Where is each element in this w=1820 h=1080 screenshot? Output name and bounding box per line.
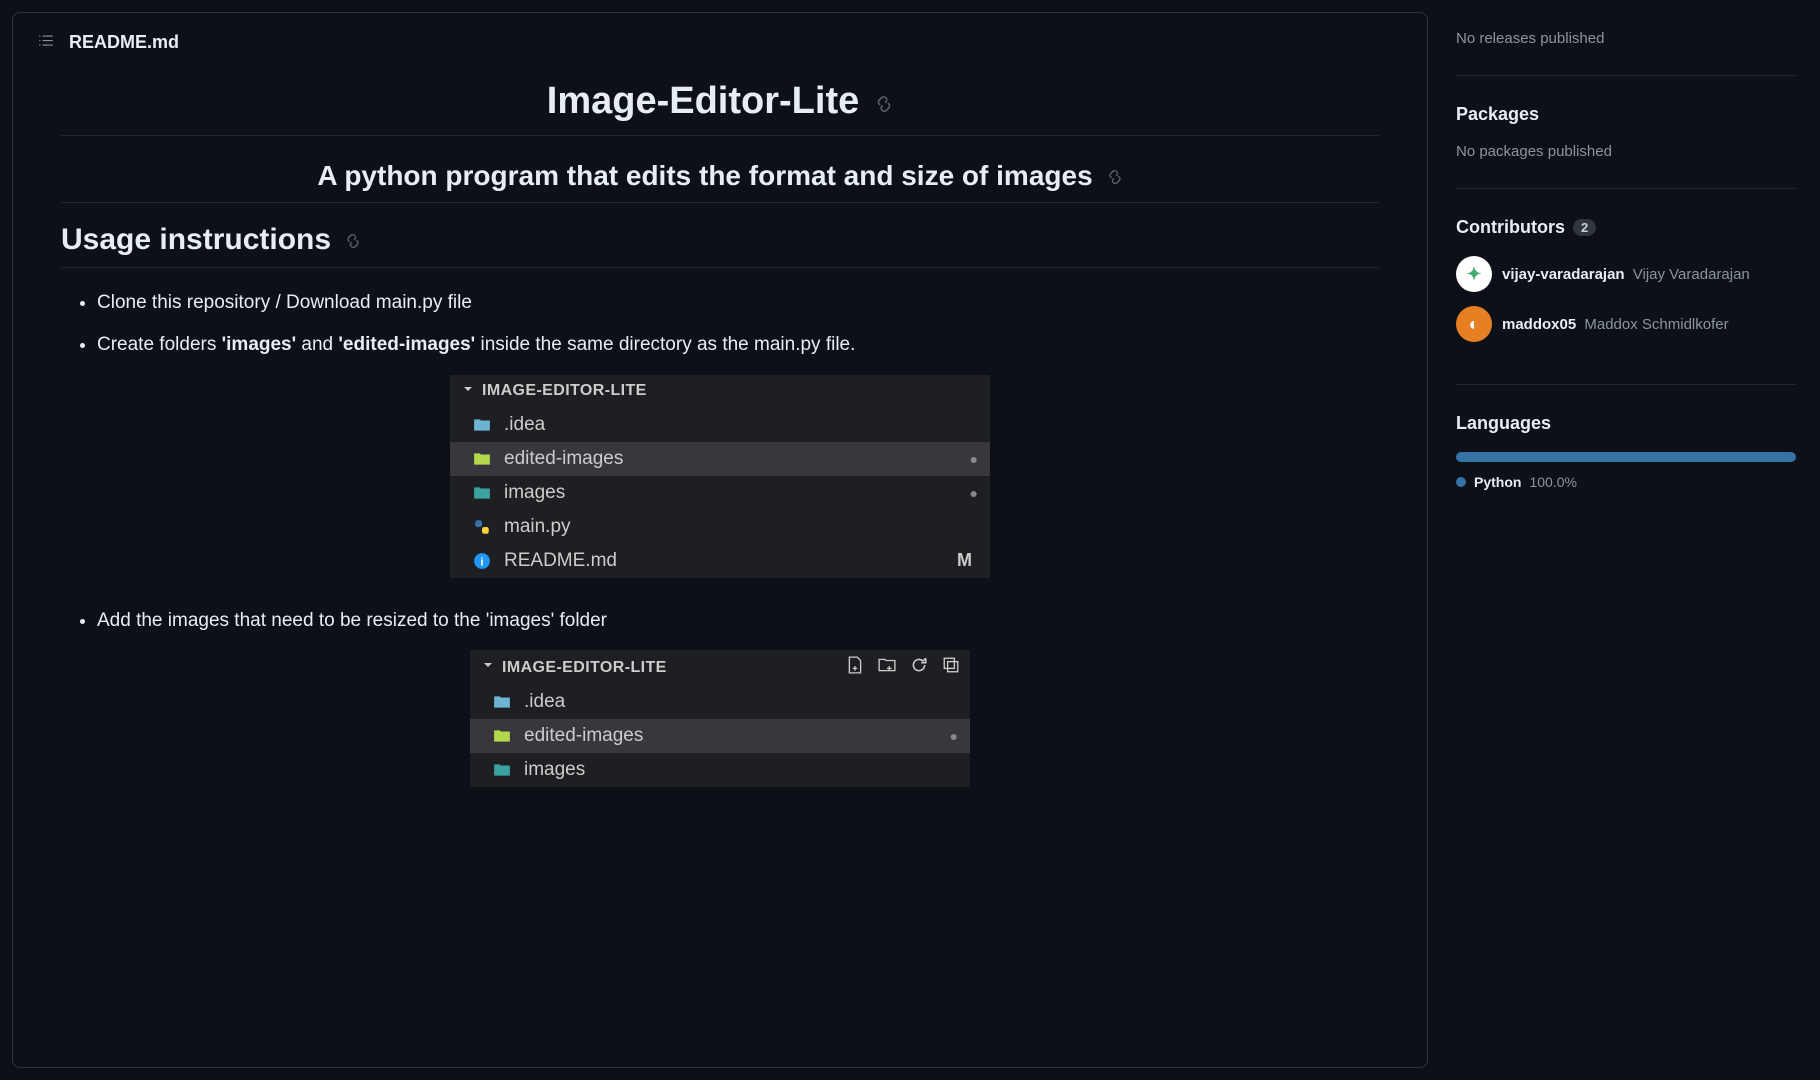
vscode-tree-2: IMAGE-EDITOR-LITE .idea edited-images (470, 650, 970, 787)
tree-row[interactable]: images (470, 753, 970, 787)
tree-row[interactable]: .idea (450, 408, 990, 442)
folder-icon (472, 483, 492, 503)
readme-header: README.md (13, 13, 1427, 72)
tree-root: IMAGE-EDITOR-LITE (502, 659, 667, 677)
readme-subtitle-heading: A python program that edits the format a… (61, 160, 1379, 203)
python-file-icon (472, 517, 492, 537)
contributor-row[interactable]: ✦ vijay-varadarajan Vijay Varadarajan (1456, 256, 1796, 292)
language-row[interactable]: Python 100.0% (1456, 474, 1796, 490)
usage-heading: Usage instructions (61, 223, 1379, 268)
tree-item-label: edited-images (504, 448, 958, 470)
readme-title: Image-Editor-Lite (547, 80, 859, 123)
anchor-link-icon[interactable] (1107, 160, 1123, 192)
packages-section: Packages No packages published (1456, 104, 1796, 189)
languages-section: Languages Python 100.0% (1456, 413, 1796, 490)
list-icon[interactable] (37, 31, 55, 54)
usage-heading-text: Usage instructions (61, 223, 331, 257)
dot-icon: ● (970, 485, 978, 501)
tree-row[interactable]: images ● (450, 476, 990, 510)
tree-header: IMAGE-EDITOR-LITE (450, 375, 990, 408)
contributor-username: maddox05 (1502, 316, 1576, 333)
contributor-fullname: Maddox Schmidlkofer (1584, 316, 1728, 333)
language-name: Python (1474, 474, 1521, 490)
step-create-folders: Create folders 'images' and 'edited-imag… (97, 330, 1379, 360)
tree-root: IMAGE-EDITOR-LITE (482, 382, 647, 400)
tree-item-label: .idea (504, 414, 978, 436)
folder-icon (492, 760, 512, 780)
tree-row[interactable]: main.py (450, 510, 990, 544)
tree-actions (846, 656, 960, 679)
languages-heading[interactable]: Languages (1456, 413, 1796, 434)
packages-empty: No packages published (1456, 143, 1796, 160)
folder-icon (472, 449, 492, 469)
releases-section: No releases published (1456, 30, 1796, 76)
readme-box: README.md Image-Editor-Lite A python pro… (12, 12, 1428, 1068)
anchor-link-icon[interactable] (875, 80, 893, 123)
tree-row[interactable]: edited-images ● (470, 719, 970, 753)
vscode-tree-1: IMAGE-EDITOR-LITE .idea edited-images ● … (450, 375, 990, 578)
readme-content: Image-Editor-Lite A python program that … (13, 72, 1427, 855)
language-dot-icon (1456, 477, 1466, 487)
collapse-icon[interactable] (942, 656, 960, 679)
contributors-section: Contributors 2 ✦ vijay-varadarajan Vijay… (1456, 217, 1796, 385)
tree-item-label: edited-images (524, 725, 938, 747)
contributor-fullname: Vijay Varadarajan (1633, 266, 1750, 283)
sidebar: No releases published Packages No packag… (1440, 0, 1820, 1080)
contributors-heading[interactable]: Contributors 2 (1456, 217, 1796, 238)
folder-icon (492, 692, 512, 712)
new-file-icon[interactable] (846, 656, 864, 679)
readme-subtitle: A python program that edits the format a… (317, 160, 1092, 192)
refresh-icon[interactable] (910, 656, 928, 679)
folder-icon (492, 726, 512, 746)
anchor-link-icon[interactable] (345, 223, 361, 257)
tree-row[interactable]: i README.md M (450, 544, 990, 578)
contributor-row[interactable]: ◐ maddox05 Maddox Schmidlkofer (1456, 306, 1796, 342)
tree-item-label: main.py (504, 516, 978, 538)
readme-panel: README.md Image-Editor-Lite A python pro… (0, 0, 1440, 1080)
tree-item-label: .idea (524, 691, 958, 713)
dot-icon: ● (970, 451, 978, 467)
info-file-icon: i (472, 551, 492, 571)
readme-filename[interactable]: README.md (69, 32, 179, 53)
chevron-down-icon[interactable] (460, 381, 476, 402)
releases-empty: No releases published (1456, 30, 1796, 47)
tree-item-label: README.md (504, 550, 945, 572)
readme-title-heading: Image-Editor-Lite (61, 80, 1379, 136)
chevron-down-icon[interactable] (480, 657, 496, 678)
language-bar (1456, 452, 1796, 462)
new-folder-icon[interactable] (878, 656, 896, 679)
tree-item-label: images (524, 759, 958, 781)
step-clone: Clone this repository / Download main.py… (97, 288, 1379, 318)
modified-marker: M (957, 550, 972, 571)
contributors-count: 2 (1573, 219, 1596, 236)
folder-icon (472, 415, 492, 435)
instructions-list: Clone this repository / Download main.py… (61, 288, 1379, 361)
instructions-list-2: Add the images that need to be resized t… (61, 606, 1379, 636)
tree-row[interactable]: edited-images ● (450, 442, 990, 476)
dot-icon: ● (950, 728, 958, 744)
svg-text:i: i (480, 556, 483, 568)
packages-heading[interactable]: Packages (1456, 104, 1796, 125)
tree-item-label: images (504, 482, 958, 504)
avatar: ✦ (1456, 256, 1492, 292)
avatar: ◐ (1456, 306, 1492, 342)
step-add-images: Add the images that need to be resized t… (97, 606, 1379, 636)
tree-row[interactable]: .idea (470, 685, 970, 719)
contributor-username: vijay-varadarajan (1502, 266, 1625, 283)
tree-header: IMAGE-EDITOR-LITE (470, 650, 970, 685)
language-percent: 100.0% (1529, 474, 1576, 490)
